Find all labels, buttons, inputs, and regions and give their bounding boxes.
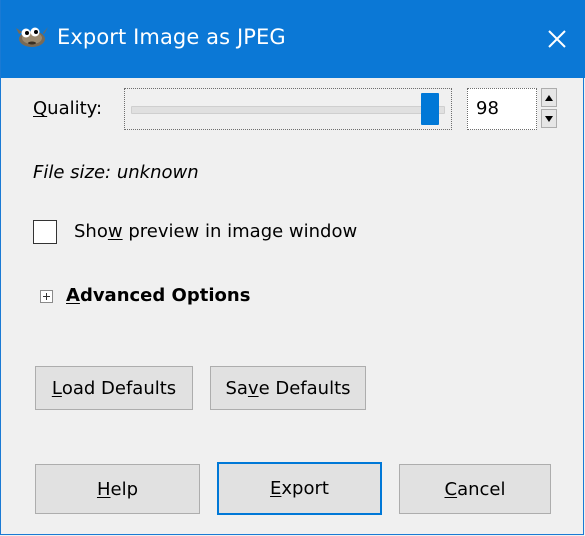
show-preview-label[interactable]: Show preview in image window [74, 218, 357, 246]
chevron-up-icon [545, 94, 553, 101]
help-label: elp [110, 478, 139, 500]
advanced-options-expander[interactable]: Advanced Options [66, 282, 250, 310]
export-mnemonic: E [270, 478, 282, 499]
close-button[interactable] [528, 0, 585, 78]
slider-thumb[interactable] [421, 93, 440, 125]
quality-slider[interactable] [124, 88, 452, 130]
show-preview-label-end: preview in image window [122, 221, 358, 242]
title-bar[interactable]: Export Image as JPEG [1, 0, 585, 78]
show-preview-label-start: Sho [74, 221, 108, 242]
window-title: Export Image as JPEG [57, 25, 286, 49]
plus-box-icon[interactable] [40, 290, 53, 303]
save-defaults-button[interactable]: Sa v e Defaults [210, 366, 366, 410]
close-icon [548, 30, 566, 48]
cancel-button[interactable]: Cancel [399, 464, 551, 514]
export-jpeg-dialog: Export Image as JPEG Quality: 98 File si… [0, 0, 585, 535]
quality-label-mnemonic: Q [33, 98, 48, 119]
load-defaults-button[interactable]: Load Defaults [35, 366, 193, 410]
show-preview-checkbox[interactable] [33, 220, 57, 244]
load-defaults-mnemonic: L [51, 377, 62, 399]
cancel-mnemonic: C [444, 478, 458, 500]
advanced-options-label: dvanced Options [79, 285, 251, 306]
quality-label-text: uality: [47, 98, 103, 119]
save-defaults-mnemonic: v [247, 377, 259, 399]
export-button[interactable]: Export [217, 462, 382, 515]
gimp-wilber-icon [16, 27, 48, 47]
help-mnemonic: H [96, 478, 111, 500]
quality-label: Quality: [33, 95, 102, 123]
export-label: xport [281, 478, 329, 499]
spin-down-button[interactable] [541, 109, 557, 128]
show-preview-mnemonic: w [107, 221, 123, 242]
chevron-down-icon [545, 115, 553, 122]
save-defaults-label-end: e Defaults [258, 377, 351, 399]
help-button[interactable]: Help [35, 464, 200, 514]
save-defaults-label-start: Sa [225, 377, 248, 399]
quality-value: 98 [476, 98, 499, 119]
quality-spin-buttons [541, 88, 559, 130]
cancel-label: ancel [457, 478, 506, 500]
spin-up-button[interactable] [541, 88, 557, 107]
load-defaults-label: oad Defaults [61, 377, 177, 399]
advanced-options-mnemonic: A [66, 285, 80, 306]
slider-track [131, 106, 445, 114]
quality-spin-input[interactable]: 98 [467, 88, 537, 130]
file-size-text: File size: unknown [33, 162, 199, 183]
